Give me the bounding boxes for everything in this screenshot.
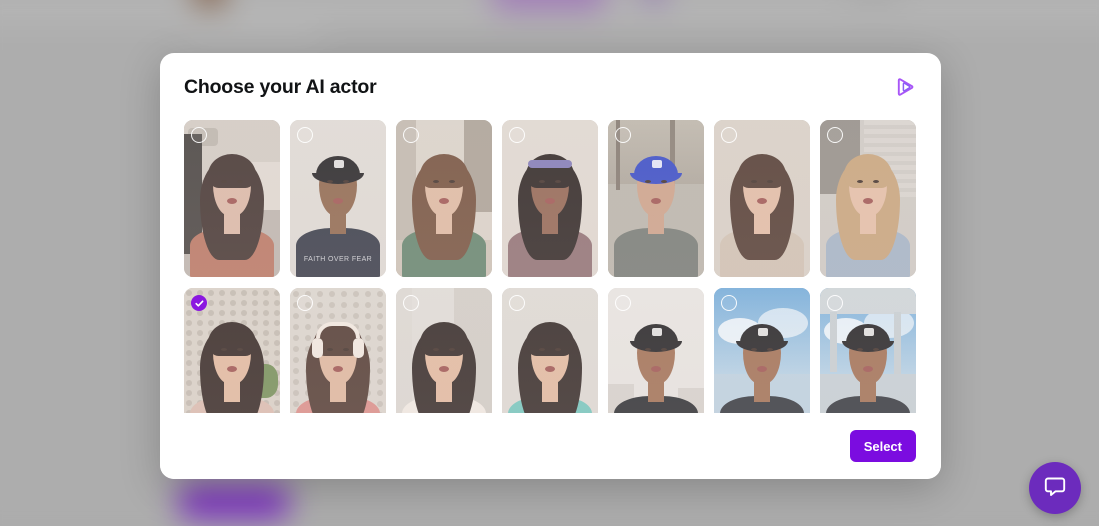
actor-thumbnail <box>714 120 810 277</box>
actor-card[interactable] <box>608 288 704 413</box>
actor-card[interactable] <box>502 288 598 413</box>
chat-bubble-icon <box>1042 473 1068 504</box>
screen: Choose your AI actor FAITH OVER FEAR Sel… <box>0 0 1099 526</box>
actor-thumbnail-image <box>608 120 704 277</box>
actor-thumbnail <box>820 120 916 277</box>
actor-checkbox[interactable] <box>509 295 525 311</box>
actor-thumbnail-image <box>714 120 810 277</box>
actor-thumbnail <box>608 120 704 277</box>
actor-card[interactable] <box>714 288 810 413</box>
photo-tone <box>184 120 280 277</box>
actor-grid: FAITH OVER FEAR <box>184 120 941 413</box>
actor-checkbox[interactable] <box>403 127 419 143</box>
select-button[interactable]: Select <box>849 430 916 462</box>
actor-card[interactable] <box>396 120 492 277</box>
actor-checkbox[interactable] <box>827 127 843 143</box>
chat-widget-button[interactable] <box>1029 462 1081 514</box>
actor-thumbnail-image: FAITH OVER FEAR <box>290 120 386 277</box>
actor-thumbnail-image <box>396 120 492 277</box>
actor-checkbox[interactable] <box>297 127 313 143</box>
actor-checkbox[interactable] <box>615 295 631 311</box>
choose-ai-actor-modal: Choose your AI actor FAITH OVER FEAR Sel… <box>160 53 941 479</box>
actor-grid-scroll-area[interactable]: FAITH OVER FEAR <box>160 111 941 413</box>
actor-checkbox[interactable] <box>509 127 525 143</box>
actor-thumbnail-image <box>820 120 916 277</box>
actor-thumbnail <box>502 120 598 277</box>
actor-card[interactable] <box>184 288 280 413</box>
actor-card[interactable] <box>396 288 492 413</box>
actor-thumbnail <box>184 120 280 277</box>
actor-checkbox[interactable] <box>827 295 843 311</box>
photo-tone <box>502 120 598 277</box>
photo-tone <box>714 120 810 277</box>
photo-tone <box>396 120 492 277</box>
actor-card[interactable] <box>714 120 810 277</box>
actor-card[interactable] <box>820 288 916 413</box>
actor-checkbox[interactable] <box>191 127 207 143</box>
actor-card[interactable] <box>290 288 386 413</box>
modal-header: Choose your AI actor <box>160 53 941 108</box>
actor-thumbnail <box>396 120 492 277</box>
actor-card[interactable] <box>502 120 598 277</box>
actor-checkbox[interactable] <box>721 127 737 143</box>
actor-thumbnail-image <box>184 120 280 277</box>
actor-thumbnail: FAITH OVER FEAR <box>290 120 386 277</box>
play-triangle-logo-icon[interactable] <box>893 62 917 99</box>
actor-thumbnail-image <box>502 120 598 277</box>
photo-tone <box>608 120 704 277</box>
actor-checkbox[interactable] <box>615 127 631 143</box>
actor-checkbox[interactable] <box>297 295 313 311</box>
actor-checkbox[interactable] <box>721 295 737 311</box>
actor-checkbox[interactable] <box>403 295 419 311</box>
modal-footer: Select <box>160 413 941 479</box>
page-title: Choose your AI actor <box>184 76 377 98</box>
actor-card[interactable] <box>820 120 916 277</box>
actor-card[interactable] <box>184 120 280 277</box>
photo-tone <box>820 120 916 277</box>
actor-card[interactable] <box>608 120 704 277</box>
photo-tone <box>290 120 386 277</box>
actor-card[interactable]: FAITH OVER FEAR <box>290 120 386 277</box>
actor-checkbox-selected[interactable] <box>191 295 207 311</box>
